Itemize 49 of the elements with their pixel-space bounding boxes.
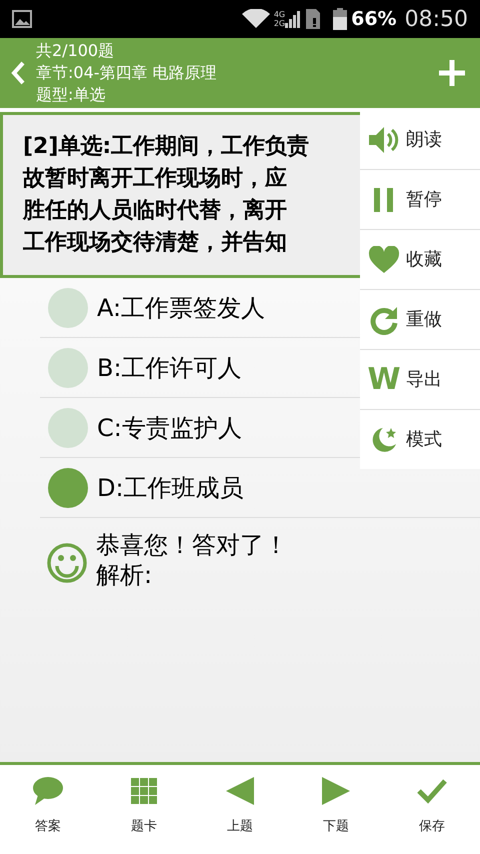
plus-icon [439,60,465,86]
refresh-icon [369,304,399,334]
menu-item[interactable]: 朗读 [360,110,480,170]
battery-icon [333,8,348,30]
pause-icon [372,186,396,214]
speech-bubble-icon [32,776,64,806]
export-icon: W [367,364,401,394]
nav-button[interactable]: 保存 [384,765,480,854]
menu-item[interactable]: 暂停 [360,170,480,230]
question-line: 故暂时离开工作现场时，应 [23,164,287,193]
left-triangle-icon [225,776,255,806]
option-label: D:工作班成员 [97,472,244,504]
header-line: 共2/100题 [36,40,116,62]
menu-item[interactable]: W 导出 [360,350,480,410]
smiley-icon [46,542,88,584]
radio-button[interactable] [48,468,88,508]
nav-button[interactable]: 下题 [288,765,384,854]
option-label: A:工作票签发人 [97,292,266,324]
right-triangle-icon [321,776,351,806]
question-line: 胜任的人员临时代替，离开 [23,197,287,225]
option-label: C:专责监护人 [97,412,242,444]
analysis-label: 解析: [96,560,154,590]
nav-button[interactable]: 题卡 [96,765,192,854]
signal-icon [285,9,302,29]
sim-card-icon [305,8,322,30]
option-label: B:工作许可人 [97,352,242,384]
header-line: 章节:04-第四章 电路原理 [36,62,217,84]
image-icon [12,10,32,28]
speaker-icon [367,124,401,154]
battery-percent: 66% [351,6,397,32]
back-icon [11,61,25,85]
menu-item[interactable]: 收藏 [360,230,480,290]
network-label: 4G [274,10,286,19]
nav-button[interactable]: 答案 [0,765,96,854]
wifi-icon [242,9,270,29]
menu-item[interactable]: 重做 [360,290,480,350]
heart-icon [368,246,400,274]
radio-button[interactable] [48,408,88,448]
result-message: 恭喜您！答对了！ [96,530,288,560]
radio-button[interactable] [48,348,88,388]
nav-button[interactable]: 上题 [192,765,288,854]
question-line: [2]单选:工作期间，工作负责 [23,133,310,161]
question-line: 工作现场交待清楚，并告知 [23,228,287,257]
header-line: 题型:单选 [36,84,106,106]
network-label: 2G [274,19,286,28]
check-icon [417,778,447,804]
radio-button[interactable] [48,288,88,328]
grid-icon [131,778,157,804]
clock-time: 08:50 [404,6,468,34]
